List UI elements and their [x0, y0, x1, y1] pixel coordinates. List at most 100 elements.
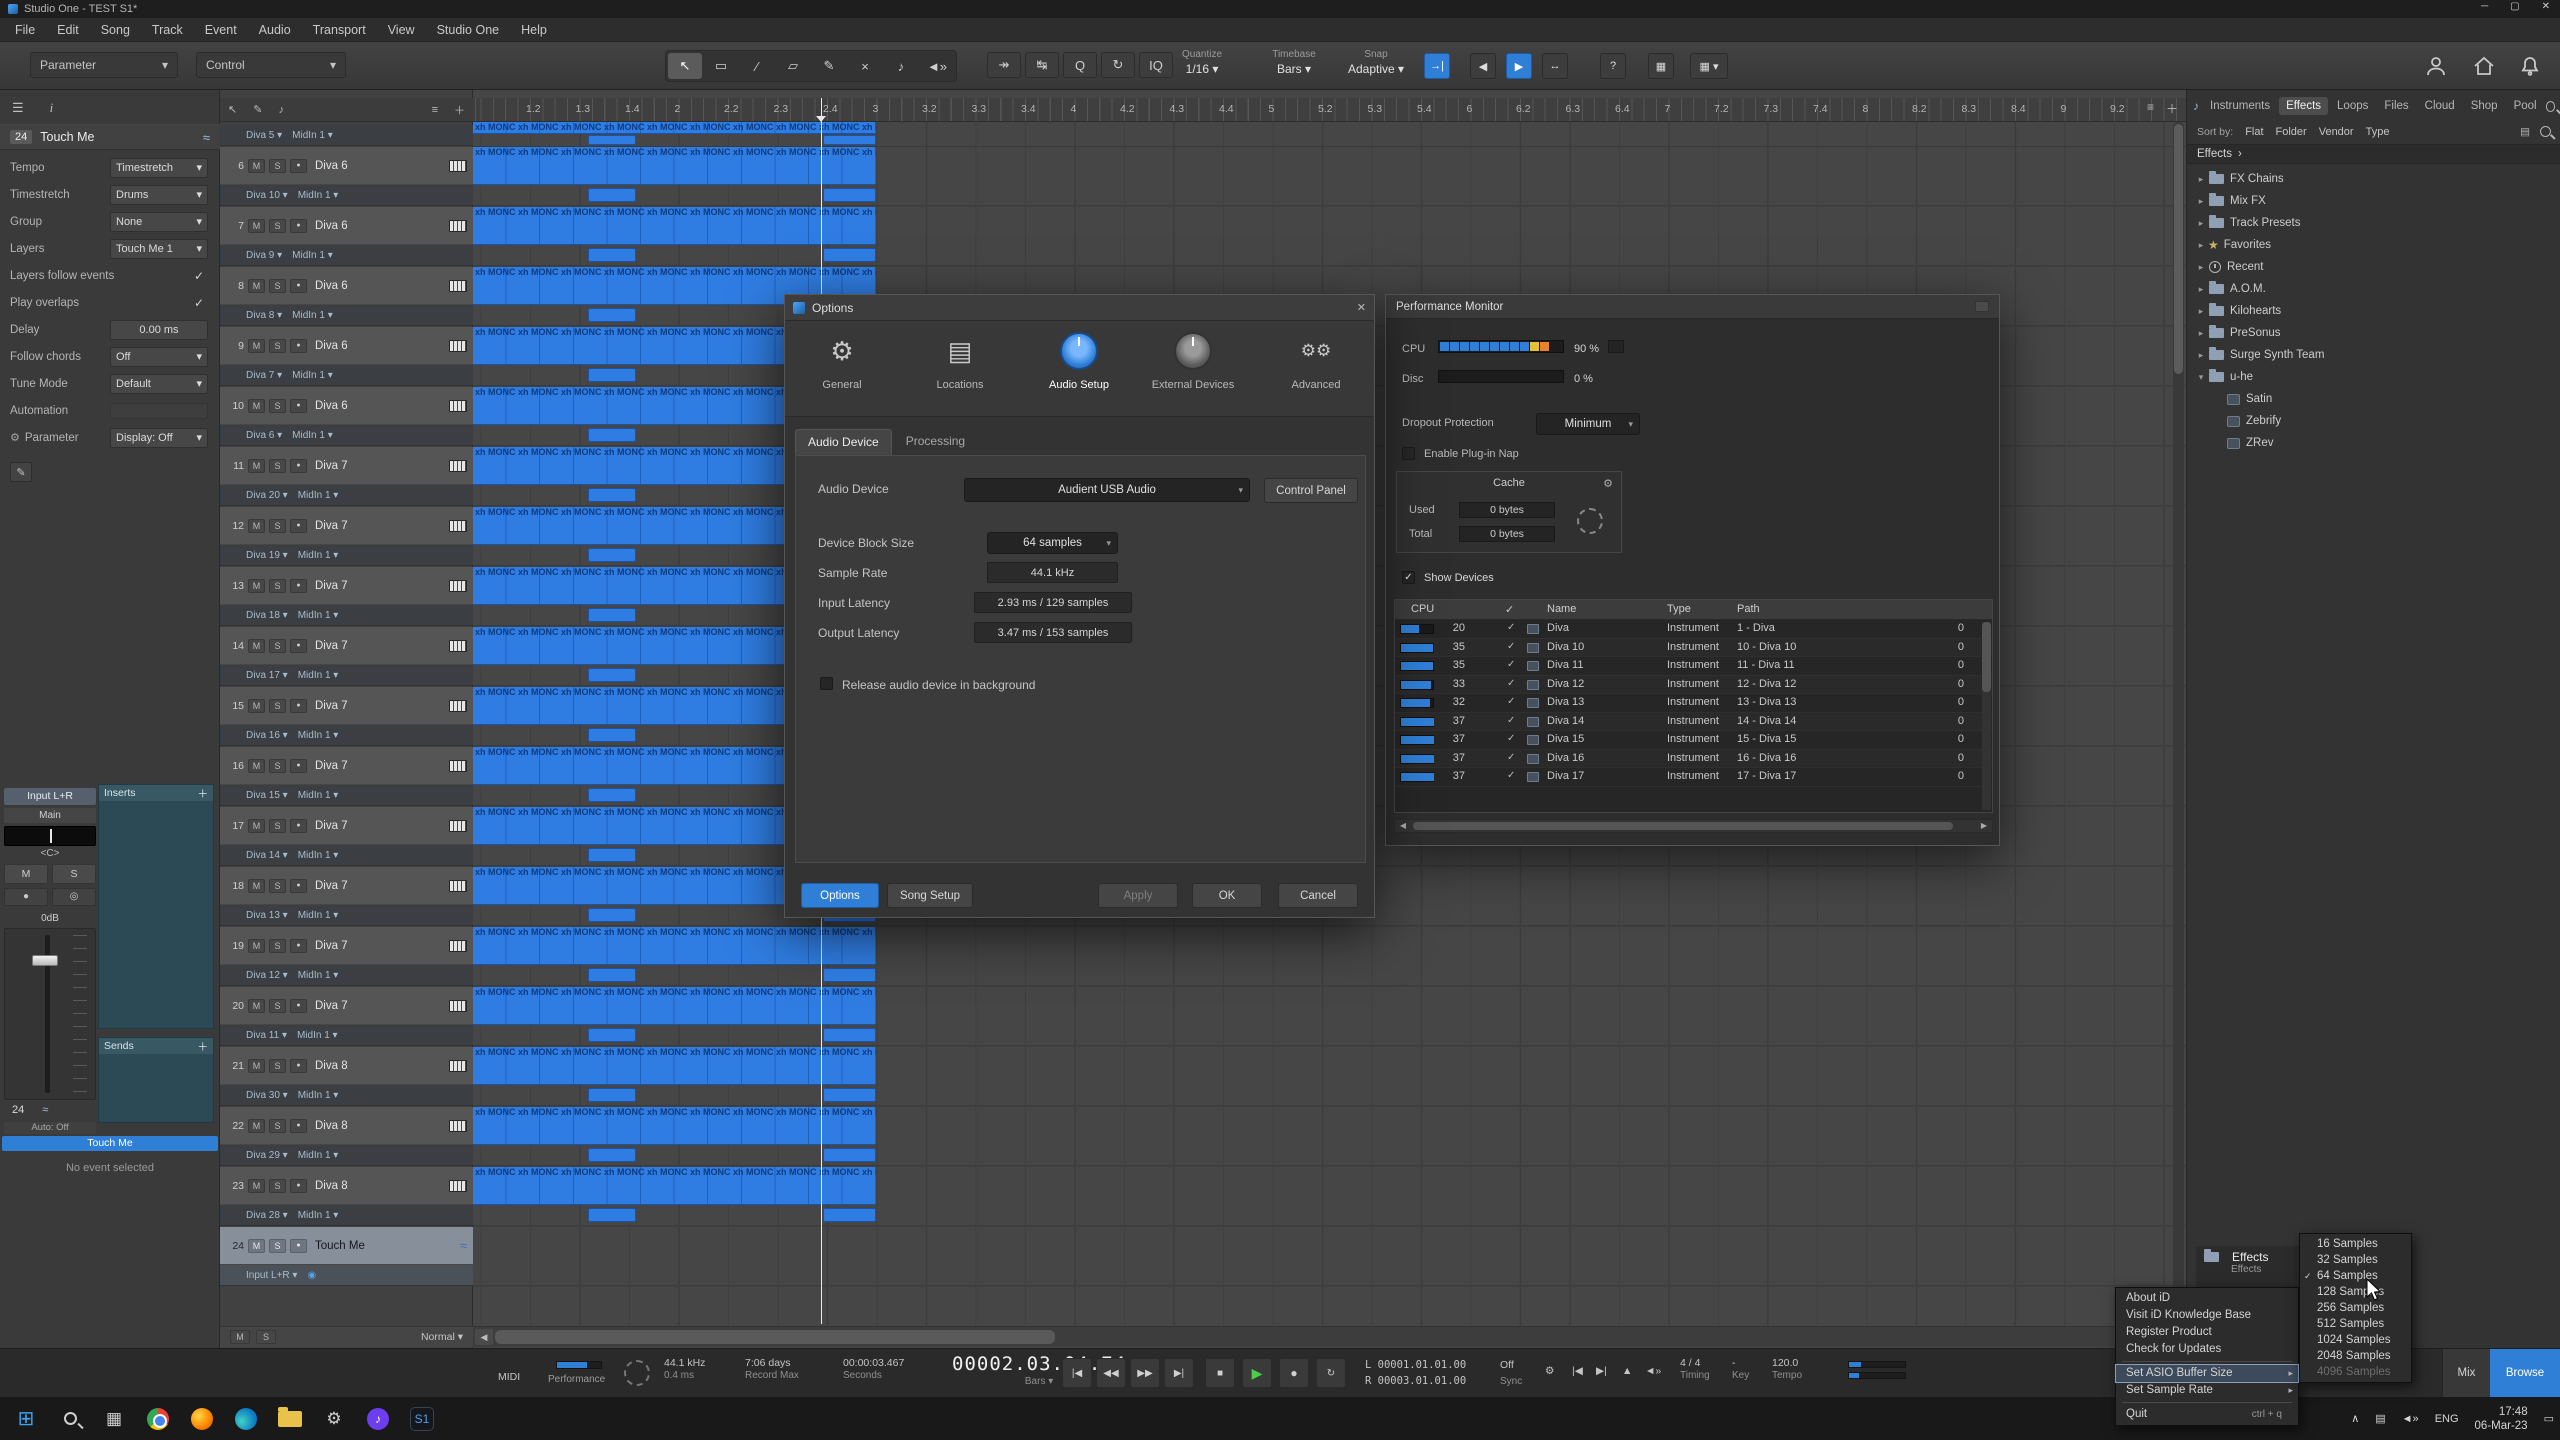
options-tab-audio-setup[interactable]: Audio Setup: [1027, 329, 1131, 411]
track-mute-button[interactable]: M: [248, 699, 265, 713]
midi-clip[interactable]: xh MONC xh MONC xh MONC xh MONC xh MONC …: [473, 1107, 876, 1145]
tempo-display[interactable]: 120.0Tempo: [1772, 1357, 1802, 1381]
instrument-selector[interactable]: Diva 15 ▾: [246, 790, 288, 801]
browser-tab-shop[interactable]: Shop: [2464, 97, 2505, 115]
instrument-selector[interactable]: Diva 5 ▾: [246, 130, 282, 141]
add-insert-button[interactable]: ＋: [198, 786, 209, 801]
automation-clip[interactable]: [823, 188, 876, 202]
buffer-option-64-samples[interactable]: ✓64 Samples: [2300, 1268, 2411, 1284]
instrument-selector[interactable]: Input L+R ▾: [246, 1270, 297, 1281]
automation-clip[interactable]: [588, 488, 636, 502]
track-solo-button[interactable]: S: [269, 279, 286, 293]
row-active-check[interactable]: ✓: [1507, 641, 1515, 652]
arrow-tool-icon[interactable]: ↖: [228, 103, 237, 116]
input-selector[interactable]: MidIn 1 ▾: [298, 550, 339, 561]
rewind-button[interactable]: ◀◀: [1096, 1358, 1126, 1388]
instrument-selector[interactable]: Diva 19 ▾: [246, 550, 288, 561]
track-solo-button[interactable]: S: [269, 699, 286, 713]
media-player-icon[interactable]: ♪: [356, 1397, 400, 1440]
range-tool-icon[interactable]: ▭: [704, 53, 738, 79]
param-value[interactable]: Timestretch▾: [110, 158, 208, 178]
taskbar-clock[interactable]: 17:4806-Mar-23: [2475, 1405, 2528, 1433]
track-mute-button[interactable]: M: [248, 459, 265, 473]
id-menu-set-sample-rate[interactable]: Set Sample Rate▸: [2116, 1382, 2298, 1399]
input-selector[interactable]: MidIn 1 ▾: [298, 1090, 339, 1101]
midi-clip[interactable]: xh MONC xh MONC xh MONC xh MONC xh MONC …: [473, 207, 876, 245]
metronome-icon[interactable]: ▲: [1622, 1365, 1632, 1377]
id-menu-about-id[interactable]: About iD: [2116, 1290, 2298, 1307]
wrench-icon[interactable]: ⚙: [1603, 477, 1613, 490]
track-arm-button[interactable]: ●: [290, 459, 307, 473]
track-header-23[interactable]: 23MS●Diva 8: [220, 1167, 473, 1205]
automation-clip[interactable]: [588, 428, 636, 442]
row-active-check[interactable]: ✓: [1507, 770, 1515, 781]
pan-control[interactable]: [4, 826, 96, 846]
input-selector[interactable]: MidIn 1 ▾: [292, 310, 333, 321]
input-selector[interactable]: MidIn 1 ▾: [298, 490, 339, 501]
col-path[interactable]: Path: [1737, 603, 1760, 615]
expander-icon[interactable]: ▾: [2195, 372, 2207, 383]
expander-icon[interactable]: ▸: [2195, 174, 2207, 185]
options-tab-external-devices[interactable]: External Devices: [1141, 329, 1245, 411]
sort-option-flat[interactable]: Flat: [2245, 126, 2263, 138]
automation-clip[interactable]: [588, 788, 636, 802]
play-button[interactable]: ▶: [1242, 1358, 1272, 1388]
preroll-icon[interactable]: ▶|: [1596, 1365, 1607, 1377]
instrument-selector[interactable]: Diva 28 ▾: [246, 1210, 288, 1221]
channel-record-button[interactable]: ●: [4, 888, 48, 906]
track-header-16[interactable]: 16MS●Diva 7: [220, 747, 473, 785]
notifications-bell-icon[interactable]: [2518, 54, 2542, 78]
firefox-icon[interactable]: [180, 1397, 224, 1440]
row-active-check[interactable]: ✓: [1507, 733, 1515, 744]
tree-item-presonus[interactable]: ▸PreSonus: [2187, 322, 2560, 344]
sort-option-folder[interactable]: Folder: [2276, 126, 2307, 138]
row-active-check[interactable]: ✓: [1507, 752, 1515, 763]
automation-clip[interactable]: [588, 968, 636, 982]
track-arm-button[interactable]: ●: [290, 879, 307, 893]
track-solo-button[interactable]: S: [269, 819, 286, 833]
track-solo-button[interactable]: S: [269, 1059, 286, 1073]
automation-clip[interactable]: [823, 1088, 876, 1102]
table-vertical-scrollbar[interactable]: [1982, 622, 1991, 810]
browser-tab-cloud[interactable]: Cloud: [2418, 97, 2462, 115]
midi-clip-partial[interactable]: xh MONC xh MONC xh MONC xh MONC xh MONC …: [473, 122, 876, 134]
track-mute-button[interactable]: M: [248, 879, 265, 893]
input-selector[interactable]: MidIn 1 ▾: [297, 1030, 338, 1041]
device-row-diva-15[interactable]: 37✓Diva 15Instrument15 - Diva 150: [1395, 731, 1992, 750]
track-solo-button[interactable]: S: [269, 219, 286, 233]
channel-monitor-button[interactable]: ◎: [52, 888, 96, 906]
instrument-selector[interactable]: Diva 9 ▾: [246, 250, 282, 261]
track-solo-button[interactable]: S: [269, 759, 286, 773]
tray-device-icon[interactable]: ▤: [2375, 1412, 2385, 1425]
input-selector[interactable]: MidIn 1 ▾: [298, 190, 339, 201]
split-tool-icon[interactable]: ∕: [740, 53, 774, 79]
device-row-diva-10[interactable]: 35✓Diva 10Instrument10 - Diva 100: [1395, 639, 1992, 658]
col-cpu[interactable]: CPU: [1411, 603, 1434, 615]
track-header-6[interactable]: 6MS●Diva 6: [220, 147, 473, 185]
tree-item-mix-fx[interactable]: ▸Mix FX: [2187, 190, 2560, 212]
track-solo-button[interactable]: S: [269, 639, 286, 653]
help-button[interactable]: ?: [1600, 53, 1626, 79]
automation-clip[interactable]: [823, 1148, 876, 1162]
track-header-21[interactable]: 21MS●Diva 8: [220, 1047, 473, 1085]
track-solo-button[interactable]: S: [269, 339, 286, 353]
time-signature[interactable]: 4 / 4Timing: [1680, 1357, 1710, 1381]
record-button[interactable]: ●: [1279, 1358, 1309, 1388]
id-menu-quit[interactable]: Quitctrl + q: [2116, 1406, 2298, 1423]
scroll-left-button[interactable]: ◀: [475, 1329, 493, 1345]
track-mute-button[interactable]: M: [248, 819, 265, 833]
track-arm-button[interactable]: ●: [290, 819, 307, 833]
automation-clip[interactable]: [823, 1208, 876, 1222]
track-mute-button[interactable]: M: [248, 999, 265, 1013]
link-button[interactable]: ↔: [1542, 53, 1568, 79]
buffer-option-16-samples[interactable]: 16 Samples: [2300, 1236, 2411, 1252]
input-selector[interactable]: MidIn 1 ▾: [292, 130, 333, 141]
channel-fader[interactable]: [4, 928, 96, 1100]
param-value[interactable]: [110, 403, 208, 419]
note-icon[interactable]: ♪: [278, 104, 284, 116]
ok-button[interactable]: OK: [1192, 883, 1262, 908]
cpu-expand-button[interactable]: [1608, 340, 1624, 353]
expander-icon[interactable]: ▸: [2195, 240, 2207, 251]
expander-icon[interactable]: ▸: [2195, 284, 2207, 295]
track-header-12[interactable]: 12MS●Diva 7: [220, 507, 473, 545]
